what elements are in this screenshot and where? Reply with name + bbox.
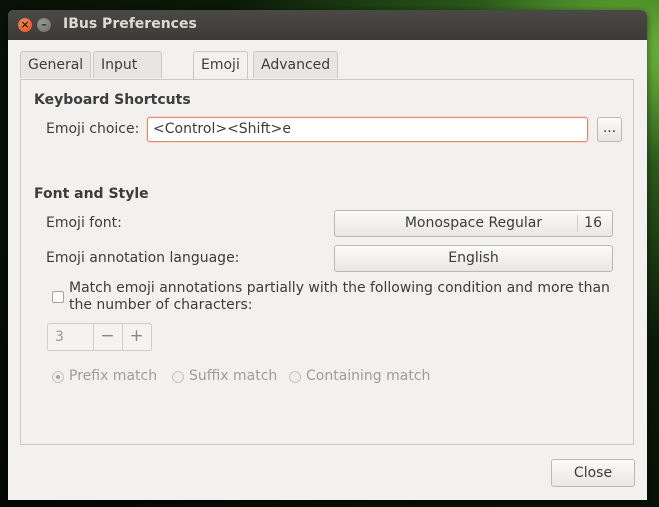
prefix-match-label: Prefix match — [69, 368, 158, 384]
suffix-match-radio[interactable] — [172, 371, 184, 383]
emoji-choice-label: Emoji choice: — [46, 121, 140, 137]
emoji-choice-value: <Control><Shift>e — [153, 121, 291, 137]
ibus-preferences-window: × – IBus Preferences General Input Metho… — [8, 10, 647, 500]
emoji-tab-panel: Keyboard Shortcuts Emoji choice: <Contro… — [20, 79, 634, 445]
prefix-match-radio[interactable] — [52, 371, 64, 383]
close-icon: × — [20, 18, 30, 31]
partial-match-checkbox[interactable] — [52, 291, 64, 303]
emoji-font-label: Emoji font: — [46, 215, 122, 231]
window-minimize-button[interactable]: – — [37, 18, 51, 32]
emoji-choice-browse-button[interactable]: ... — [597, 117, 622, 142]
annotation-language-label: Emoji annotation language: — [46, 250, 240, 266]
emoji-font-button[interactable]: Monospace Regular 16 — [334, 210, 613, 237]
partial-match-label: Match emoji annotations partially with t… — [69, 280, 614, 314]
tab-input-method[interactable]: Input Method — [93, 51, 162, 100]
font-and-style-heading: Font and Style — [34, 186, 149, 202]
window-title: IBus Preferences — [63, 16, 197, 32]
window-close-button[interactable]: × — [18, 18, 32, 32]
font-button-divider — [577, 215, 578, 232]
increment-icon[interactable]: + — [123, 326, 150, 346]
decrement-icon[interactable]: − — [94, 326, 121, 346]
annotation-language-button[interactable]: English — [334, 245, 613, 272]
minimize-icon: – — [41, 18, 47, 31]
emoji-font-size: 16 — [584, 215, 602, 231]
emoji-font-name: Monospace Regular — [404, 215, 543, 231]
tab-emoji[interactable]: Emoji — [193, 51, 248, 80]
containing-match-radio[interactable] — [289, 371, 301, 383]
keyboard-shortcuts-heading: Keyboard Shortcuts — [34, 92, 191, 108]
title-bar: × – IBus Preferences — [8, 10, 647, 40]
containing-match-label: Containing match — [306, 368, 431, 384]
tab-advanced[interactable]: Advanced — [253, 51, 339, 78]
emoji-choice-input[interactable]: <Control><Shift>e — [147, 117, 588, 142]
tab-general[interactable]: General — [20, 51, 92, 78]
partial-match-count-value: 3 — [55, 329, 64, 345]
partial-match-label-line1: Match emoji annotations partially with t… — [69, 280, 610, 296]
suffix-match-label: Suffix match — [189, 368, 278, 384]
partial-match-label-line2: the number of characters: — [69, 297, 253, 313]
close-button[interactable]: Close — [551, 459, 635, 487]
partial-match-count-stepper[interactable]: 3 − + — [47, 323, 152, 351]
